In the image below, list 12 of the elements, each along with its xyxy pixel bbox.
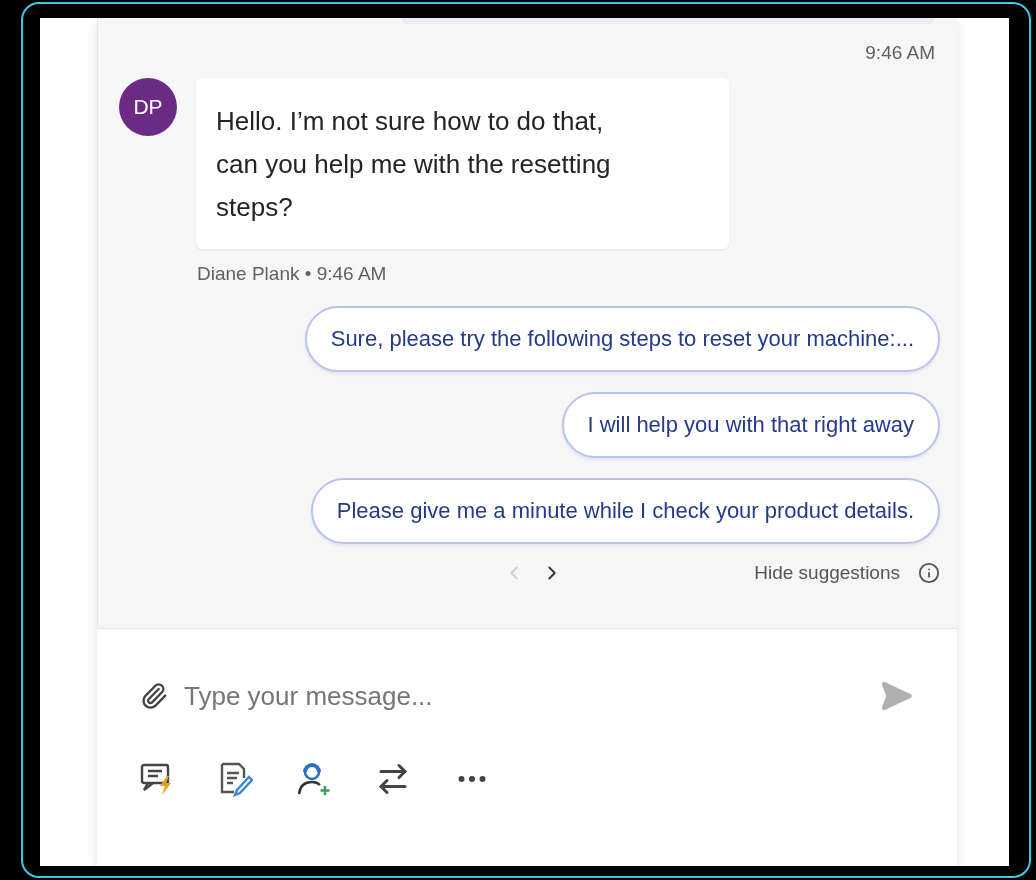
message-bubble: Hello. I’m not sure how to do that, can you help me with the resetting steps?	[196, 78, 729, 249]
hide-suggestions-link[interactable]: Hide suggestions	[754, 562, 900, 584]
info-icon[interactable]	[918, 562, 940, 584]
add-person-icon	[296, 761, 332, 797]
message-time: 9:46 AM	[865, 42, 935, 64]
note-pencil-icon	[219, 761, 253, 797]
avatar: DP	[119, 78, 177, 136]
suggestion-button[interactable]: I will help you with that right away	[561, 392, 940, 458]
message-meta: Diane Plank • 9:46 AM	[197, 263, 388, 285]
suggestion-button[interactable]: Sure, please try the following steps to reset your machine:...	[304, 306, 940, 372]
attach-icon[interactable]	[140, 682, 168, 710]
suggestion-button[interactable]: Please give me a minute while I check your product details.	[310, 478, 940, 544]
